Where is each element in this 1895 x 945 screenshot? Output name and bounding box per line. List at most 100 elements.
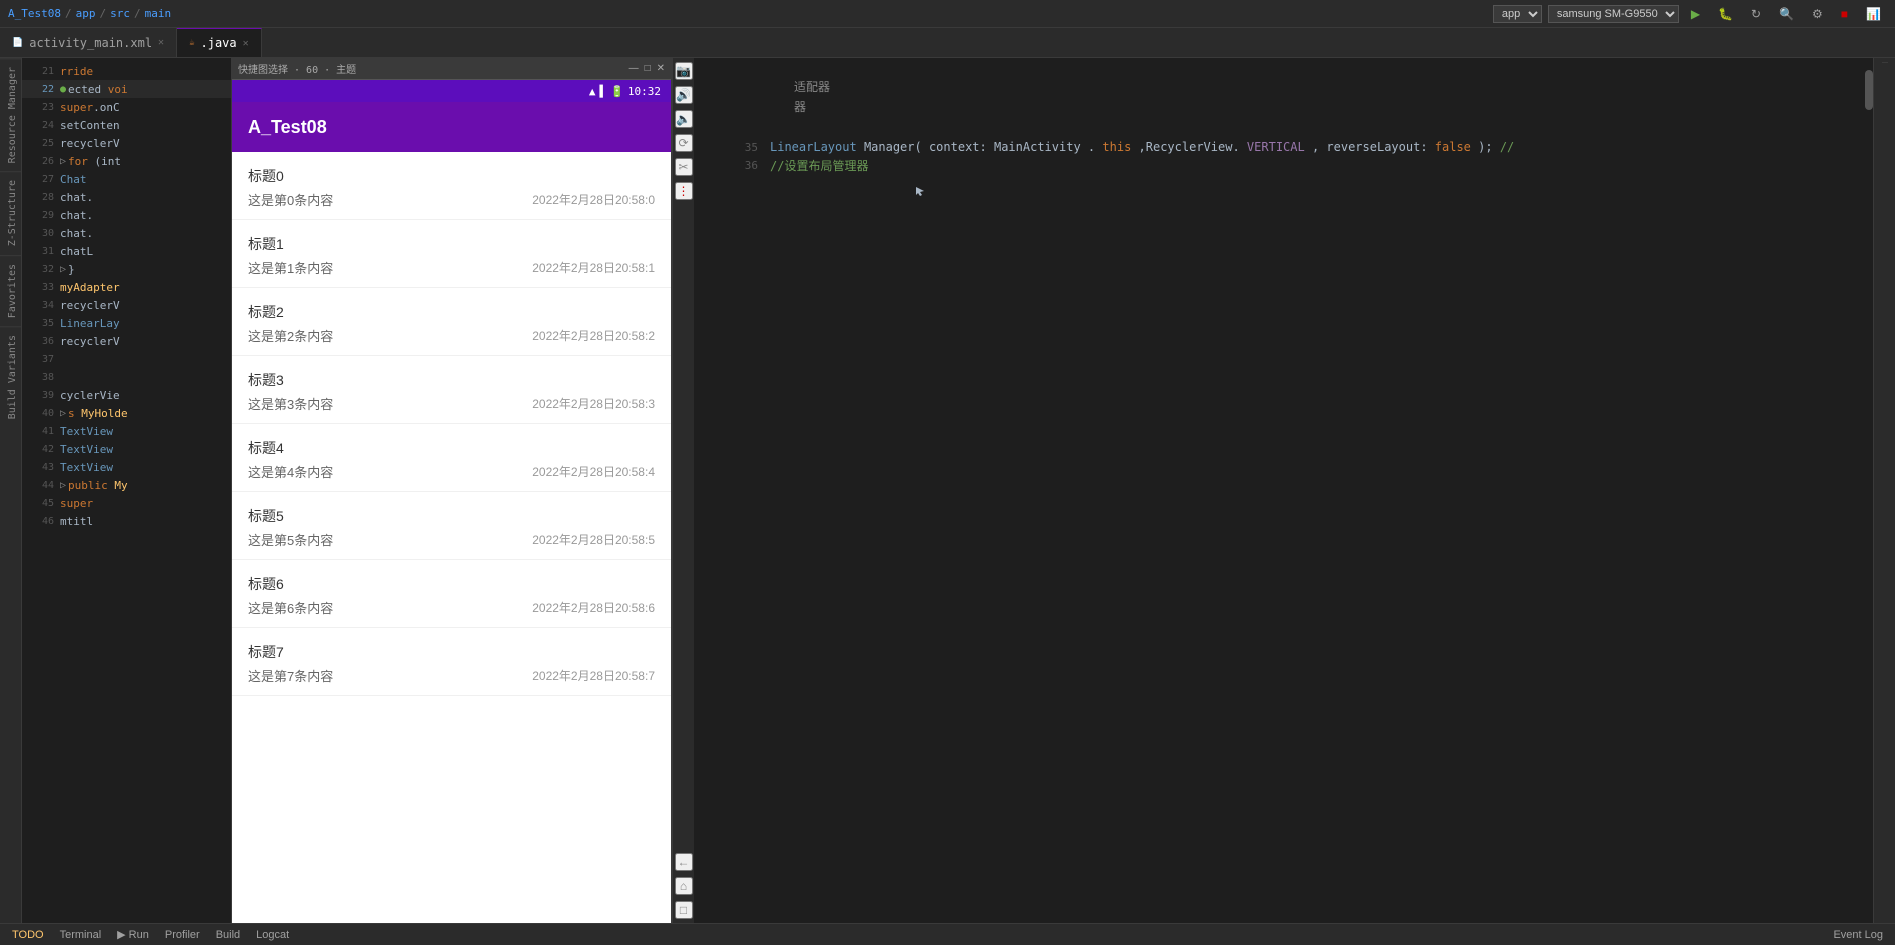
phone-chat-list[interactable]: 标题0 这是第0条内容 2022年2月28日20:58:0 标题1 这是第1条内… [232,152,671,923]
wifi-icon: ▲ [589,85,596,98]
stop-button[interactable]: ■ [1835,5,1854,23]
line-content-40: s MyHolde [68,407,128,420]
event-log-btn[interactable]: Event Log [1829,929,1887,941]
emulator-toolbar-actions: — □ ✕ [629,63,665,74]
minimize-btn[interactable]: — [629,63,639,74]
line-num-34: 34 [26,300,54,311]
breadcrumb-main[interactable]: main [145,7,172,20]
line-num-36: 36 [26,336,54,347]
tab-activity-main[interactable]: 📄 activity_main.xml ✕ [0,28,177,57]
tool-square[interactable]: □ [675,901,693,919]
code-mainactivity: MainActivity [994,140,1081,154]
device-selector[interactable]: samsung SM-G9550 [1548,5,1679,23]
logcat-btn[interactable]: Logcat [252,929,293,941]
profiler-btn[interactable]: Profiler [161,929,204,941]
tool-more[interactable]: ⋮ [675,182,693,200]
chat-time-6: 2022年2月28日20:58:6 [532,599,655,616]
line-num-37: 37 [26,354,54,365]
tool-back[interactable]: ← [675,853,693,871]
tab-close-xml[interactable]: ✕ [158,37,164,48]
chat-content-1: 这是第1条内容 [248,258,333,277]
chat-item-2[interactable]: 标题2 这是第2条内容 2022年2月28日20:58:2 [232,288,671,356]
code-line-26: 26 ▷ for (int [22,152,231,170]
debug-button[interactable]: 🐛 [1712,5,1739,23]
chat-title-1: 标题1 [248,234,655,254]
tool-rotate[interactable]: ⟳ [675,134,693,152]
fold-44[interactable]: ▷ [60,480,66,491]
side-panel-z-structure[interactable]: Z-Structure [0,171,21,254]
tab-close-java[interactable]: ✕ [243,38,249,49]
emulator-toolbar: 快捷图选择 · 60 · 主题 — □ ✕ [232,58,671,80]
side-panel-favorites[interactable]: Favorites [0,255,21,326]
code-line-32: 32 ▷ } [22,260,231,278]
search-button[interactable]: 🔍 [1773,5,1800,23]
line-content-42: TextView [60,443,113,456]
chat-item-4[interactable]: 标题4 这是第4条内容 2022年2月28日20:58:4 [232,424,671,492]
run-log-btn[interactable]: ▶ Run [113,928,153,941]
tool-volume-up[interactable]: 🔊 [675,86,693,104]
main-line-num-35: 35 [726,141,758,154]
app-selector[interactable]: app [1493,5,1542,23]
code-line-35: 35 LinearLay [22,314,231,332]
line-num-43: 43 [26,462,54,473]
sync-button[interactable]: ↻ [1745,5,1767,23]
breadcrumb-app2[interactable]: app [76,7,96,20]
left-side-panels: Resource Manager Z-Structure Favorites B… [0,58,22,923]
tool-screenshot[interactable]: 📷 [675,62,693,80]
chat-item-0[interactable]: 标题0 这是第0条内容 2022年2月28日20:58:0 [232,152,671,220]
settings-button[interactable]: ⚙ [1806,5,1829,23]
chat-time-3: 2022年2月28日20:58:3 [532,395,655,412]
code-line-45: 45 super [22,494,231,512]
scrollbar-thumb[interactable] [1865,70,1873,110]
todo-btn[interactable]: TODO [8,929,48,941]
code-line-33: 33 myAdapter [22,278,231,296]
run-button[interactable]: ▶ [1685,5,1706,23]
chat-row-4: 这是第4条内容 2022年2月28日20:58:4 [248,462,655,481]
line-content-33: myAdapter [60,281,120,294]
cursor-icon [914,185,926,197]
code-line-38: 38 [22,368,231,386]
tab-main-java[interactable]: ☕ .java ✕ [177,28,262,57]
tool-cut[interactable]: ✂ [675,158,693,176]
chat-item-3[interactable]: 标题3 这是第3条内容 2022年2月28日20:58:3 [232,356,671,424]
side-panel-build-variants[interactable]: Build Variants [0,326,21,427]
code-manager-text: Manager( context: [864,140,994,154]
line-num-30: 30 [26,228,54,239]
terminal-btn[interactable]: Terminal [56,929,106,941]
close-emulator-btn[interactable]: ✕ [657,63,665,74]
chat-title-0: 标题0 [248,166,655,186]
code-line-40: 40 ▷ s MyHolde [22,404,231,422]
breadcrumb-src[interactable]: src [110,7,130,20]
chat-item-6[interactable]: 标题6 这是第6条内容 2022年2月28日20:58:6 [232,560,671,628]
status-time: 10:32 [628,85,661,98]
main-code-line-35[interactable]: 35 LinearLayout Manager( context: MainAc… [714,138,1853,156]
fold-32[interactable]: ▷ [60,264,66,275]
fold-26[interactable]: ▷ [60,156,66,167]
chat-item-5[interactable]: 标题5 这是第5条内容 2022年2月28日20:58:5 [232,492,671,560]
line-content-21: rride [60,65,93,78]
chat-item-1[interactable]: 标题1 这是第1条内容 2022年2月28日20:58:1 [232,220,671,288]
tool-home[interactable]: ⌂ [675,877,693,895]
line-num-23: 23 [26,102,54,113]
code-editor-left: 21 rride 22 ● ected voi 23 super.onC 24 … [22,58,232,923]
main-code-line-36[interactable]: 36 //设置布局管理器 [714,156,1853,174]
line-num-21: 21 [26,66,54,77]
maximize-btn[interactable]: □ [645,63,651,74]
profile-button[interactable]: 📊 [1860,5,1887,23]
tool-volume-down[interactable]: 🔈 [675,110,693,128]
build-btn[interactable]: Build [212,929,244,941]
chat-title-5: 标题5 [248,506,655,526]
chat-item-7[interactable]: 标题7 这是第7条内容 2022年2月28日20:58:7 [232,628,671,696]
chat-title-3: 标题3 [248,370,655,390]
code-recyclerview: ,RecyclerView. [1139,140,1240,154]
chat-time-4: 2022年2月28日20:58:4 [532,463,655,480]
main-scrollbar[interactable] [1865,60,1873,923]
side-panel-resource-manager[interactable]: Resource Manager [0,58,21,171]
far-right-tab[interactable] [1882,62,1888,79]
phone-emulator: 快捷图选择 · 60 · 主题 — □ ✕ ▲ ▌ 🔋 10:32 A_Test… [232,58,672,923]
fold-40[interactable]: ▷ [60,408,66,419]
top-bar-actions: app samsung SM-G9550 ▶ 🐛 ↻ 🔍 ⚙ ■ 📊 [1493,5,1887,23]
far-right-panel [1873,58,1895,923]
main-code-content: 适配器 器 35 LinearLayout Manager( context: … [694,58,1873,201]
breadcrumb-app[interactable]: A_Test08 [8,7,61,20]
